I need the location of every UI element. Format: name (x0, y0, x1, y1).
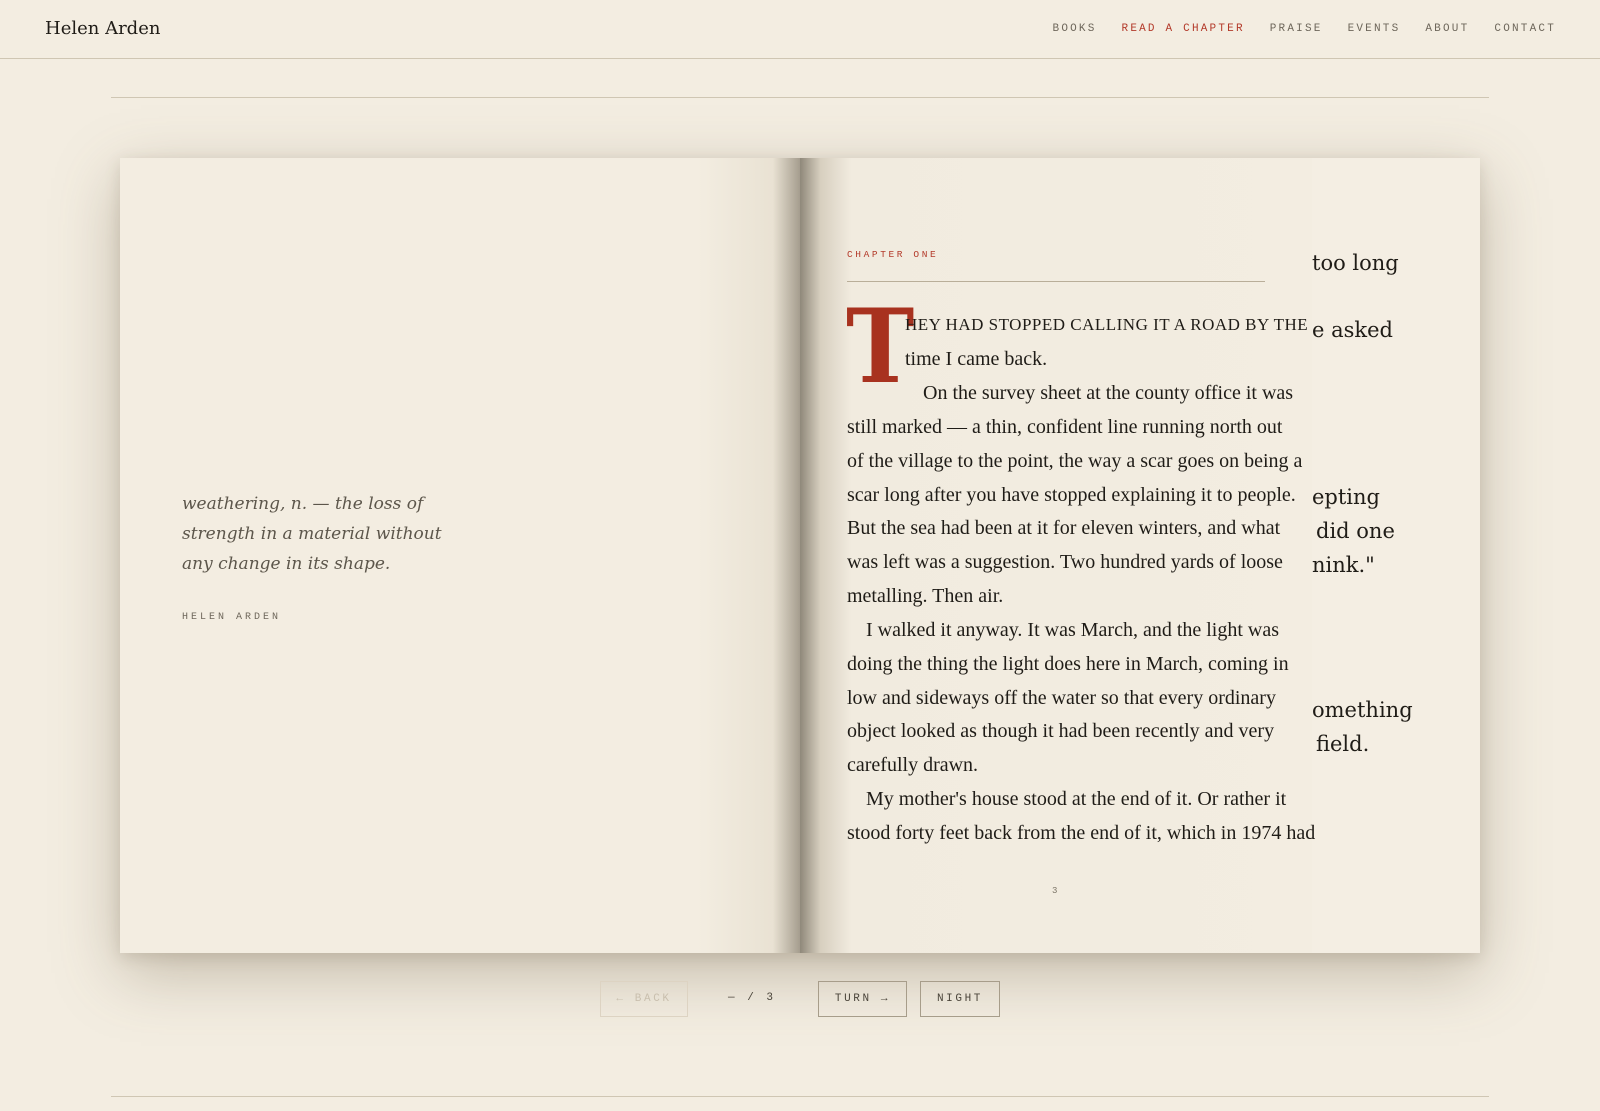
page-indicator: — / 3 (728, 992, 777, 1004)
top-divider (111, 97, 1489, 98)
text-line: But the sea had been at it for eleven wi… (847, 517, 1281, 539)
nav-item-read-a-chapter[interactable]: READ A CHAPTER (1122, 23, 1245, 35)
epigraph-author: HELEN ARDEN (182, 612, 282, 623)
nav-item-about[interactable]: ABOUT (1425, 23, 1469, 35)
text-line: of the village to the point, the way a s… (847, 450, 1303, 472)
main-nav: BOOKS READ A CHAPTER PRAISE EVENTS ABOUT… (1053, 23, 1556, 35)
text-line: My mother's house stood at the end of it… (866, 788, 1287, 810)
text-line: object looked as though it had been rece… (847, 720, 1275, 742)
top-navigation-bar: Helen Arden BOOKS READ A CHAPTER PRAISE … (0, 0, 1600, 59)
turn-page-button[interactable]: TURN → (818, 981, 907, 1017)
nav-item-books[interactable]: BOOKS (1053, 23, 1097, 35)
text-line: still marked — a thin, confident line ru… (847, 416, 1283, 438)
peek-fragment: nink." (1312, 553, 1375, 577)
peek-fragment: e asked (1312, 318, 1393, 342)
text-line: On the survey sheet at the county office… (923, 382, 1294, 404)
epigraph-text: weathering, n. — the loss of strength in… (182, 494, 442, 574)
peek-fragment: did one (1316, 519, 1395, 543)
drop-cap: T (846, 287, 915, 407)
nav-item-contact[interactable]: CONTACT (1494, 23, 1556, 35)
peek-fragment: too long (1312, 251, 1399, 275)
text-line: carefully drawn. (847, 754, 979, 776)
page-number: 3 (1052, 886, 1058, 896)
site-logo[interactable]: Helen Arden (45, 18, 160, 39)
chapter-divider (847, 281, 1265, 282)
next-page-peek: too long e asked epting did one nink." o… (1312, 158, 1480, 953)
text-line: stood forty feet back from the end of it… (847, 822, 1316, 844)
text-line: low and sideways off the water so that e… (847, 687, 1276, 709)
back-button[interactable]: ← BACK (600, 981, 688, 1017)
peek-fragment: epting (1312, 485, 1380, 509)
peek-fragment: field. (1316, 732, 1370, 756)
text-line: scar long after you have stopped explain… (847, 484, 1296, 506)
text-line: HEY HAD STOPPED CALLING IT A ROAD BY THE (905, 315, 1309, 334)
nav-item-praise[interactable]: PRAISE (1270, 23, 1323, 35)
bottom-divider (111, 1096, 1489, 1097)
chapter-label: CHAPTER ONE (847, 249, 939, 260)
text-line: was left was a suggestion. Two hundred y… (847, 551, 1283, 573)
text-line: I walked it anyway. It was March, and th… (866, 619, 1280, 641)
nav-item-events[interactable]: EVENTS (1348, 23, 1401, 35)
night-mode-button[interactable]: NIGHT (920, 981, 1000, 1017)
text-line: metalling. Then air. (847, 585, 1004, 607)
text-line: time I came back. (905, 348, 1048, 370)
peek-fragment: omething (1312, 698, 1413, 722)
text-line: doing the thing the light does here in M… (847, 653, 1289, 675)
